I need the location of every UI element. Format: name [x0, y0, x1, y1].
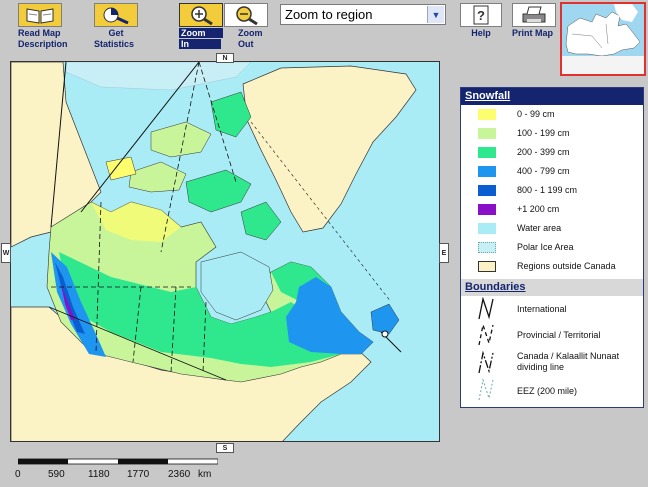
get-statistics-button[interactable]: Get Statistics	[94, 3, 138, 49]
scale-bar-graphic	[18, 458, 218, 465]
print-map-label: Print Map	[512, 28, 554, 38]
legend-label: 200 - 399 cm	[517, 147, 570, 157]
boundary-item: Canada / Kalaallit Nunaat dividing line	[461, 348, 643, 378]
legend-swatch	[478, 204, 496, 215]
zoom-in-label-1: Zoom	[179, 28, 223, 38]
book-icon	[18, 3, 62, 27]
legend-item: 100 - 199 cm	[461, 124, 643, 143]
legend-item: Regions outside Canada	[461, 257, 643, 276]
legend-swatch	[478, 261, 496, 272]
scale-tick: 1770	[127, 469, 150, 480]
zoom-out-label-1: Zoom	[238, 28, 263, 38]
scale-bar: 0 590 1180 1770 2360 km	[12, 455, 432, 485]
zoom-out-icon	[224, 3, 268, 27]
svg-text:?: ?	[477, 8, 485, 23]
read-map-label-1: Read Map	[18, 28, 61, 38]
legend-label: Polar Ice Area	[517, 242, 574, 252]
legend-label: dividing line	[517, 362, 565, 372]
read-map-description-button[interactable]: Read Map Description	[18, 3, 68, 49]
legend-label: International	[517, 304, 567, 314]
legend-label: 0 - 99 cm	[517, 109, 555, 119]
help-label: Help	[471, 28, 491, 38]
overview-minimap[interactable]	[560, 2, 646, 76]
legend-swatch	[478, 128, 496, 139]
scale-tick: 2360	[168, 469, 191, 480]
legend-label: EEZ (200 mile)	[517, 386, 578, 396]
help-button[interactable]: ? Help	[460, 3, 502, 38]
eez-boundary-icon	[478, 378, 494, 401]
scale-tick: 590	[48, 469, 65, 480]
snowfall-title: Snowfall	[461, 88, 643, 105]
legend-label: 100 - 199 cm	[517, 128, 570, 138]
help-icon: ?	[460, 3, 502, 27]
zoom-in-button[interactable]: Zoom In	[179, 3, 223, 49]
legend-swatch	[478, 185, 496, 196]
pan-north-button[interactable]: N	[216, 53, 234, 63]
legend-label: Provincial / Territorial	[517, 330, 601, 340]
legend-label: Canada / Kalaallit Nunaat	[517, 351, 620, 361]
boundary-item: Provincial / Territorial	[461, 322, 643, 348]
pan-south-button[interactable]: S	[216, 443, 234, 453]
legend-swatch	[478, 166, 496, 177]
legend-swatch	[478, 223, 496, 234]
zoom-out-label-2: Out	[238, 39, 254, 49]
zoom-out-button[interactable]: Zoom Out	[224, 3, 268, 49]
boundary-item: International	[461, 296, 643, 322]
pan-west-button[interactable]: W	[1, 243, 11, 263]
legend-item: Water area	[461, 219, 643, 238]
print-map-button[interactable]: Print Map	[512, 3, 556, 38]
legend-label: Regions outside Canada	[517, 261, 616, 271]
scale-tick: 1180	[88, 469, 110, 480]
get-statistics-label-1: Get	[108, 28, 124, 38]
legend-swatch	[478, 242, 496, 253]
scale-unit: km	[198, 469, 212, 480]
boundaries-title: Boundaries	[461, 279, 643, 296]
statistics-icon	[94, 3, 138, 27]
scale-tick: 0	[15, 469, 21, 480]
zoom-in-label-2: In	[179, 39, 221, 49]
legend-item: 0 - 99 cm	[461, 105, 643, 124]
zoom-in-icon	[179, 3, 223, 27]
legend-label: 400 - 799 cm	[517, 166, 570, 176]
pan-east-button[interactable]: E	[439, 243, 449, 263]
legend-item: 400 - 799 cm	[461, 162, 643, 181]
snowfall-map[interactable]	[10, 61, 440, 442]
printer-icon	[512, 3, 556, 27]
legend-item: +1 200 cm	[461, 200, 643, 219]
legend-item: Polar Ice Area	[461, 238, 643, 257]
legend-swatch	[478, 147, 496, 158]
provincial-boundary-icon	[478, 323, 494, 346]
legend-item: 200 - 399 cm	[461, 143, 643, 162]
zoom-region-value: Zoom to region	[285, 7, 373, 22]
dividing-line-icon	[478, 351, 494, 374]
get-statistics-label-2: Statistics	[94, 39, 135, 49]
legend-label: Water area	[517, 223, 562, 233]
chevron-down-icon[interactable]: ▼	[427, 6, 444, 23]
boundary-item: EEZ (200 mile)	[461, 378, 643, 402]
map-canvas	[11, 62, 439, 441]
international-boundary-icon	[478, 297, 494, 320]
legend-item: 800 - 1 199 cm	[461, 181, 643, 200]
legend-swatch	[478, 109, 496, 120]
legend-panel: Snowfall 0 - 99 cm 100 - 199 cm 200 - 39…	[460, 87, 644, 408]
zoom-region-select[interactable]: Zoom to region ▼	[280, 4, 446, 25]
read-map-label-2: Description	[18, 39, 68, 49]
legend-label: 800 - 1 199 cm	[517, 185, 578, 195]
legend-label: +1 200 cm	[517, 204, 560, 214]
